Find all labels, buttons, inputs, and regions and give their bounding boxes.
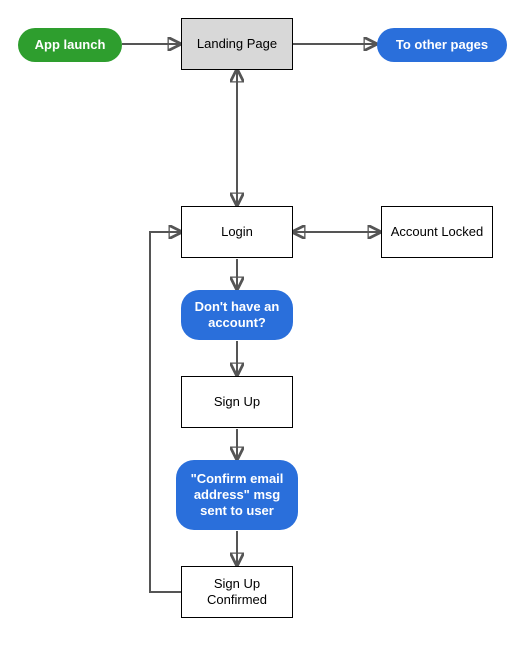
node-app-launch: App launch: [18, 28, 122, 62]
node-no-account-question: Don't have an account?: [181, 290, 293, 340]
node-label: Login: [221, 224, 253, 240]
node-login: Login: [181, 206, 293, 258]
node-landing-page: Landing Page: [181, 18, 293, 70]
node-to-other-pages: To other pages: [377, 28, 507, 62]
node-label: App launch: [35, 37, 106, 53]
node-label: Sign Up: [214, 394, 260, 410]
node-confirm-email-msg: "Confirm email address" msg sent to user: [176, 460, 298, 530]
node-label: "Confirm email address" msg sent to user: [184, 471, 290, 520]
node-label: Landing Page: [197, 36, 277, 52]
node-sign-up-confirmed: Sign Up Confirmed: [181, 566, 293, 618]
node-account-locked: Account Locked: [381, 206, 493, 258]
node-label: Sign Up Confirmed: [190, 576, 284, 609]
node-label: Account Locked: [391, 224, 484, 240]
node-label: To other pages: [396, 37, 488, 53]
node-sign-up: Sign Up: [181, 376, 293, 428]
node-label: Don't have an account?: [189, 299, 285, 332]
